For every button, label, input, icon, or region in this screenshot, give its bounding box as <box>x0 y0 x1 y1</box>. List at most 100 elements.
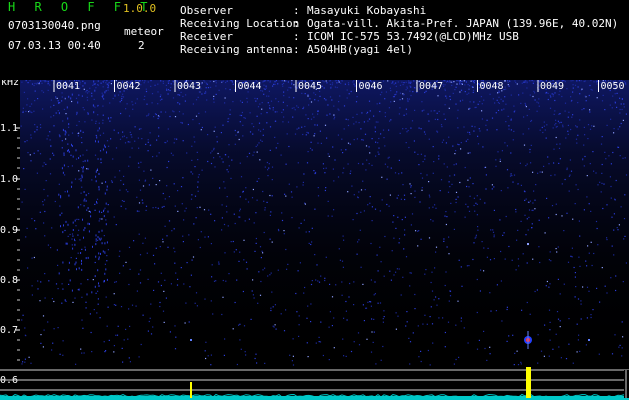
noise-dot <box>604 151 606 153</box>
noise-dot <box>383 316 385 318</box>
noise-dot <box>405 81 407 83</box>
noise-dot <box>86 149 88 151</box>
noise-dot <box>310 283 313 286</box>
noise-dot <box>570 128 572 131</box>
noise-dot <box>406 87 408 89</box>
noise-dot <box>593 125 595 127</box>
noise-dot <box>577 86 579 88</box>
noise-dot <box>76 113 78 116</box>
noise-dot <box>145 209 147 211</box>
noise-dot <box>90 331 92 334</box>
noise-dot <box>410 224 412 226</box>
noise-dot <box>585 260 587 262</box>
noise-dot <box>398 242 400 244</box>
noise-dot <box>283 80 285 82</box>
noise-dot <box>222 161 224 163</box>
noise-dot <box>307 94 309 96</box>
noise-dot <box>340 149 342 151</box>
noise-dot <box>266 95 268 97</box>
noise-dot <box>179 103 181 105</box>
noise-dot <box>448 81 450 83</box>
noise-dot <box>231 159 233 161</box>
noise-dot <box>50 106 52 108</box>
noise-dot <box>44 235 46 237</box>
noise-dot <box>87 279 89 281</box>
noise-dot <box>417 245 419 247</box>
noise-dot <box>514 80 516 82</box>
noise-dot <box>541 171 543 173</box>
noise-streak-dot <box>74 263 76 266</box>
noise-dot <box>129 131 131 133</box>
noise-dot <box>271 241 273 243</box>
noise-dot <box>327 200 329 202</box>
noise-dot <box>365 169 367 171</box>
noise-dot <box>346 97 348 99</box>
noise-dot <box>337 134 339 136</box>
noise-streak-dot <box>106 151 107 154</box>
noise-dot <box>516 239 518 241</box>
noise-dot <box>431 290 434 292</box>
noise-dot <box>156 155 158 157</box>
noise-dot <box>443 163 445 165</box>
noise-dot <box>559 320 561 322</box>
noise-dot <box>242 124 244 126</box>
noise-dot <box>277 83 279 85</box>
noise-dot <box>601 172 603 174</box>
noise-dot <box>267 169 269 171</box>
noise-dot <box>224 338 226 340</box>
noise-dot <box>117 325 119 327</box>
noise-dot <box>400 198 402 200</box>
noise-dot <box>221 217 223 219</box>
noise-dot <box>341 260 344 262</box>
noise-dot <box>479 198 481 200</box>
noise-dot <box>473 101 475 103</box>
noise-dot <box>31 294 33 296</box>
noise-dot <box>349 143 351 145</box>
noise-dot <box>267 175 269 177</box>
noise-dot <box>95 87 97 89</box>
noise-dot <box>238 216 240 218</box>
noise-dot <box>236 363 238 366</box>
noise-dot <box>173 142 175 144</box>
noise-dot <box>553 162 555 164</box>
noise-dot <box>476 311 478 314</box>
noise-dot <box>443 113 445 115</box>
noise-dot <box>168 160 170 163</box>
noise-dot <box>157 281 160 283</box>
noise-dot <box>143 170 145 172</box>
noise-dot <box>24 358 26 360</box>
noise-dot <box>612 95 614 97</box>
noise-dot <box>336 86 338 89</box>
noise-dot <box>555 203 557 205</box>
noise-dot <box>334 86 336 88</box>
noise-dot <box>86 209 88 211</box>
noise-dot <box>448 136 450 138</box>
noise-dot <box>501 109 503 111</box>
noise-dot <box>511 259 513 261</box>
noise-dot <box>579 93 581 95</box>
noise-dot <box>420 350 422 352</box>
noise-dot <box>62 340 64 342</box>
noise-dot <box>503 108 505 110</box>
noise-dot <box>86 96 88 98</box>
noise-dot <box>391 250 393 252</box>
noise-dot <box>425 269 427 271</box>
noise-dot <box>593 81 595 83</box>
noise-dot <box>329 83 331 85</box>
noise-dot <box>157 91 159 93</box>
noise-dot <box>277 269 279 271</box>
noise-dot <box>510 173 512 175</box>
noise-dot <box>379 210 381 212</box>
noise-dot <box>471 86 473 88</box>
noise-dot <box>328 155 330 157</box>
noise-dot <box>162 241 164 243</box>
noise-dot <box>611 353 614 355</box>
noise-dot <box>103 98 105 100</box>
noise-streak-dot <box>93 80 95 83</box>
noise-dot <box>613 128 615 130</box>
noise-dot <box>102 80 104 83</box>
noise-streak-dot <box>77 206 79 209</box>
noise-dot <box>432 146 434 148</box>
noise-dot <box>109 120 111 122</box>
noise-dot <box>556 125 558 128</box>
